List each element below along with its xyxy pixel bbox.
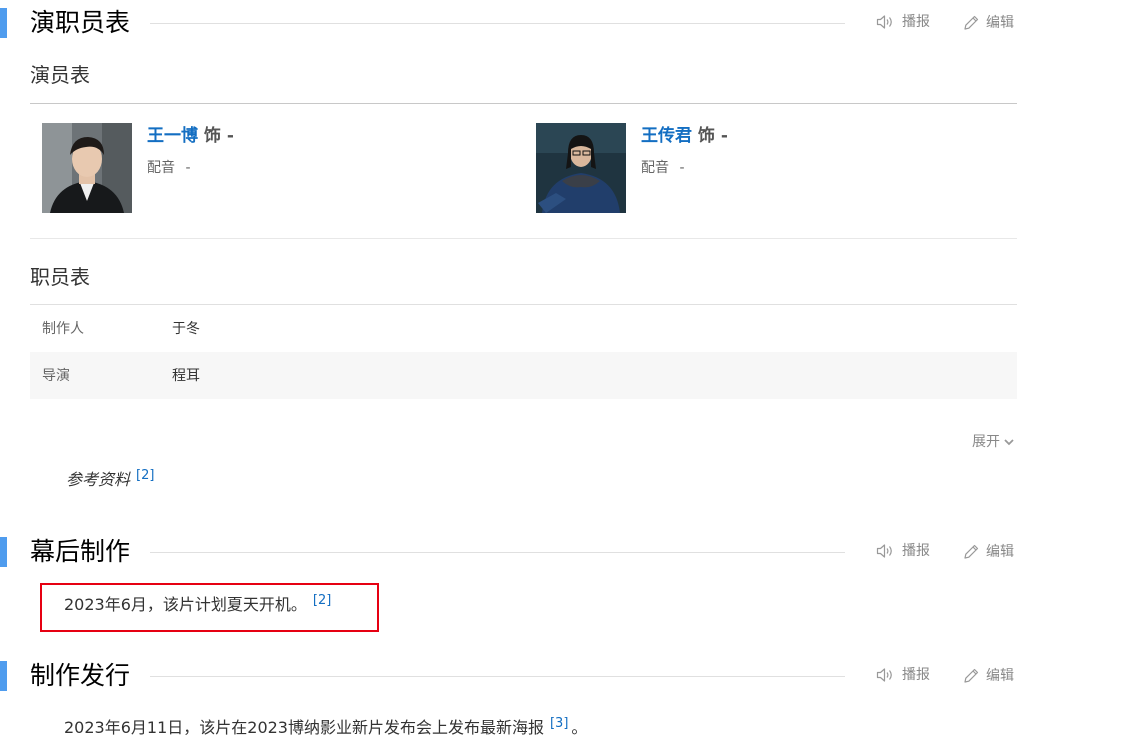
highlight-box xyxy=(40,583,379,632)
actor-role: 饰 - xyxy=(697,126,728,146)
edit-button[interactable]: 编辑 xyxy=(963,667,1014,684)
release-paragraph: 2023年6月11日，该片在2023博纳影业新片发布会上发布最新海报 [3]。 xyxy=(64,714,587,738)
broadcast-button[interactable]: 播报 xyxy=(876,667,930,683)
edit-button[interactable]: 编辑 xyxy=(963,14,1014,31)
section-title-production: 幕后制作 xyxy=(30,537,131,566)
release-text: 2023年6月11日，该片在2023博纳影业新片发布会上发布最新海报 xyxy=(64,718,544,737)
crew-key: 导演 xyxy=(42,368,70,384)
actor-dub-line: 配音 - xyxy=(641,159,685,177)
edit-button[interactable]: 编辑 xyxy=(963,543,1014,560)
actor-name-line: 王传君 饰 - xyxy=(641,126,728,146)
crew-row: 制作人 于冬 xyxy=(30,305,1017,352)
citation-link[interactable]: [3] xyxy=(550,716,568,731)
pencil-icon xyxy=(964,668,979,683)
crew-row: 导演 程耳 xyxy=(30,352,1017,399)
reference-label: 参考资料 xyxy=(66,470,131,489)
broadcast-label: 播报 xyxy=(902,543,930,559)
reference-line: 参考资料 [2] xyxy=(66,466,154,490)
actor-dub-line: 配音 - xyxy=(147,159,191,177)
speaker-icon xyxy=(876,668,892,682)
speaker-icon xyxy=(876,15,892,29)
actor-name-line: 王一博 饰 - xyxy=(147,126,234,146)
section-marker xyxy=(0,661,7,691)
dub-value: - xyxy=(679,160,685,176)
chevron-down-icon xyxy=(1004,439,1014,446)
section-title-cast-crew: 演职员表 xyxy=(30,8,131,37)
speaker-icon xyxy=(876,544,892,558)
expand-button[interactable]: 展开 xyxy=(972,434,1014,450)
citation-link[interactable]: [2] xyxy=(136,468,154,483)
section-marker xyxy=(0,8,7,38)
broadcast-label: 播报 xyxy=(902,667,930,683)
actor-name-link[interactable]: 王传君 xyxy=(641,126,692,146)
crew-key: 制作人 xyxy=(42,321,84,337)
pencil-icon xyxy=(964,15,979,30)
actor-role: 饰 - xyxy=(203,126,234,146)
dub-label: 配音 xyxy=(641,160,669,176)
cast-divider xyxy=(30,103,1017,104)
actor-photo[interactable] xyxy=(536,123,626,213)
actor-photo[interactable] xyxy=(42,123,132,213)
pencil-icon xyxy=(964,544,979,559)
broadcast-button[interactable]: 播报 xyxy=(876,14,930,30)
crew-value: 于冬 xyxy=(172,321,200,337)
cast-bottom-divider xyxy=(30,238,1017,239)
edit-label: 编辑 xyxy=(986,667,1014,684)
dub-value: - xyxy=(185,160,191,176)
broadcast-label: 播报 xyxy=(902,14,930,30)
release-end: 。 xyxy=(571,718,588,737)
section-marker xyxy=(0,537,7,567)
expand-label: 展开 xyxy=(972,434,1000,450)
edit-label: 编辑 xyxy=(986,14,1014,31)
section-divider xyxy=(150,676,845,677)
broadcast-button[interactable]: 播报 xyxy=(876,543,930,559)
section-divider xyxy=(150,23,845,24)
edit-label: 编辑 xyxy=(986,543,1014,560)
dub-label: 配音 xyxy=(147,160,175,176)
crew-subtitle: 职员表 xyxy=(30,265,90,289)
cast-subtitle: 演员表 xyxy=(30,63,90,87)
crew-value: 程耳 xyxy=(172,368,200,384)
section-divider xyxy=(150,552,845,553)
section-title-release: 制作发行 xyxy=(30,661,131,690)
actor-name-link[interactable]: 王一博 xyxy=(147,126,198,146)
